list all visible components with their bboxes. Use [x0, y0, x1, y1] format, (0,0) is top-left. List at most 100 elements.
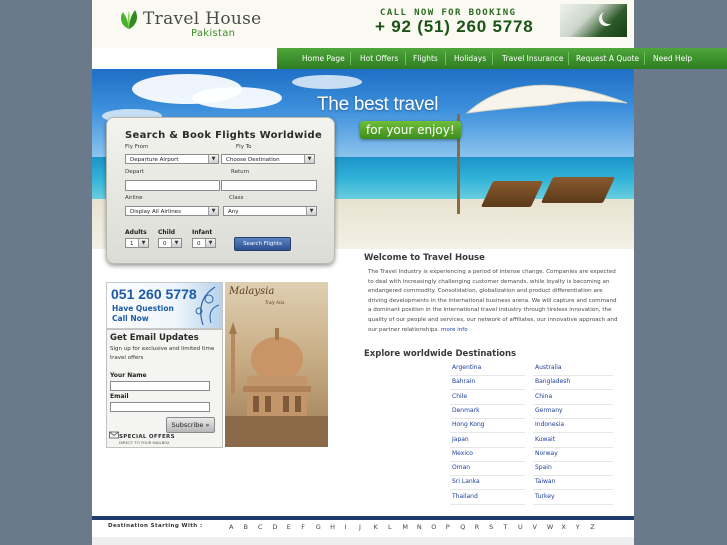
nav-request-quote[interactable]: Request A Quote	[576, 54, 639, 63]
letter-link[interactable]: Z	[590, 523, 594, 531]
destination-link[interactable]: Kuwait	[535, 436, 555, 443]
letter-link[interactable]: B	[243, 523, 247, 531]
destination-link[interactable]: Australia	[535, 364, 562, 371]
class-select[interactable]: Any ▼	[223, 206, 317, 216]
letter-link[interactable]: E	[287, 523, 291, 531]
letter-link[interactable]: X	[561, 523, 565, 531]
fly-to-select[interactable]: Choose Destination ▼	[221, 154, 315, 164]
letter-link[interactable]: P	[446, 523, 450, 531]
cloud	[192, 87, 282, 109]
search-flights-button[interactable]: Search Flights	[234, 237, 291, 251]
letter-link[interactable]: M	[402, 523, 408, 531]
nav-separator	[644, 52, 645, 65]
brand-name: Travel House	[143, 9, 262, 29]
letter-link[interactable]: V	[532, 523, 536, 531]
return-date-input[interactable]	[221, 180, 317, 191]
row-divider	[450, 475, 525, 477]
background-left	[0, 0, 92, 545]
letter-link[interactable]: S	[489, 523, 493, 531]
destination-link[interactable]: Germany	[535, 407, 563, 414]
letter-link[interactable]: I	[345, 523, 347, 531]
fly-from-select[interactable]: Departure Airport ▼	[125, 154, 219, 164]
fly-to-label: Fly To	[236, 144, 252, 150]
letter-link[interactable]: F	[301, 523, 305, 531]
destination-link[interactable]: Mexico	[452, 450, 473, 457]
row-divider	[450, 375, 525, 376]
call-now-banner[interactable]: 051 260 5778 Have Question Call Now	[106, 282, 223, 329]
row-divider	[533, 403, 613, 405]
destination-link[interactable]: Oman	[452, 464, 470, 471]
letter-link[interactable]: L	[388, 523, 392, 531]
row-divider	[533, 489, 613, 491]
row-divider	[533, 460, 613, 462]
name-field[interactable]	[110, 381, 210, 391]
destination-link[interactable]: Argentina	[452, 364, 481, 371]
letter-link[interactable]: D	[272, 523, 277, 531]
email-signup-box: Get Email Updates Sign up for exclusive …	[106, 329, 223, 448]
child-label: Child	[158, 229, 176, 236]
destination-link[interactable]: Turkey	[535, 493, 555, 500]
logo[interactable]: Travel House Pakistan	[117, 6, 261, 40]
destination-link[interactable]: Bangladesh	[535, 378, 570, 385]
destination-link[interactable]: Spain	[535, 464, 552, 471]
chevron-down-icon: ▼	[304, 155, 314, 163]
chevron-down-icon: ▼	[171, 239, 181, 247]
nav-flights[interactable]: Flights	[413, 54, 438, 63]
destination-link[interactable]: Hong Kong	[452, 421, 485, 428]
row-divider	[450, 389, 525, 391]
email-label: Email	[110, 393, 129, 400]
depart-date-input[interactable]	[125, 180, 220, 191]
row-divider	[450, 417, 525, 419]
nav-travel-insurance[interactable]: Travel Insurance	[502, 54, 563, 63]
infant-select[interactable]: 0 ▼	[192, 238, 216, 248]
email-field[interactable]	[110, 402, 210, 412]
letter-link[interactable]: O	[431, 523, 436, 531]
nav-home[interactable]: Home Page	[302, 54, 345, 63]
nav-need-help[interactable]: Need Help	[653, 54, 692, 63]
destination-link[interactable]: China	[535, 393, 552, 400]
brand-sub: Pakistan	[191, 28, 236, 39]
destination-link[interactable]: Norway	[535, 450, 558, 457]
letter-link[interactable]: K	[374, 523, 378, 531]
letter-link[interactable]: A	[229, 523, 233, 531]
banner-line-2: Call Now	[112, 314, 149, 323]
row-divider	[450, 460, 525, 462]
letter-link[interactable]: N	[417, 523, 422, 531]
letter-link[interactable]: Q	[460, 523, 465, 531]
destination-link[interactable]: Denmark	[452, 407, 480, 414]
row-divider	[533, 417, 613, 419]
letter-link[interactable]: R	[475, 523, 480, 531]
destination-link[interactable]: Sri Lanka	[452, 478, 480, 485]
destination-link[interactable]: Chile	[452, 393, 467, 400]
chevron-down-icon: ▼	[138, 239, 148, 247]
floral-decoration-icon	[195, 286, 220, 326]
malaysia-ad[interactable]: Malaysia Truly Asia	[225, 282, 328, 447]
letter-link[interactable]: J	[359, 523, 361, 531]
depart-label: Depart	[125, 169, 144, 175]
nav-separator	[568, 52, 569, 65]
row-divider	[533, 375, 613, 376]
child-select[interactable]: 0 ▼	[158, 238, 182, 248]
destination-link[interactable]: Taiwan	[535, 478, 555, 485]
letter-link[interactable]: Y	[576, 523, 580, 531]
destination-link[interactable]: Thailand	[452, 493, 478, 500]
subscribe-button[interactable]: Subscribe »	[166, 417, 215, 433]
letter-link[interactable]: U	[518, 523, 523, 531]
letter-link[interactable]: G	[316, 523, 321, 531]
nav-hot-offers[interactable]: Hot Offers	[360, 54, 398, 63]
beach-umbrella-icon	[465, 84, 628, 114]
airline-select[interactable]: Display All Airlines ▼	[125, 206, 219, 216]
destination-link[interactable]: Japan	[452, 436, 469, 443]
destination-link[interactable]: Bahrain	[452, 378, 475, 385]
more-info-link[interactable]: more info	[441, 327, 468, 333]
destination-link[interactable]: Indonesia	[535, 421, 564, 428]
letter-link[interactable]: T	[504, 523, 508, 531]
header-phone: + 92 (51) 260 5778	[375, 17, 534, 36]
name-label: Your Name	[110, 372, 147, 379]
letter-link[interactable]: C	[258, 523, 263, 531]
adults-select[interactable]: 1 ▼	[125, 238, 149, 248]
letter-link[interactable]: H	[330, 523, 335, 531]
letter-link[interactable]: W	[547, 523, 553, 531]
nav-holidays[interactable]: Holidays	[454, 54, 486, 63]
flight-search-form: Search & Book Flights Worldwide Fly From…	[106, 117, 335, 264]
